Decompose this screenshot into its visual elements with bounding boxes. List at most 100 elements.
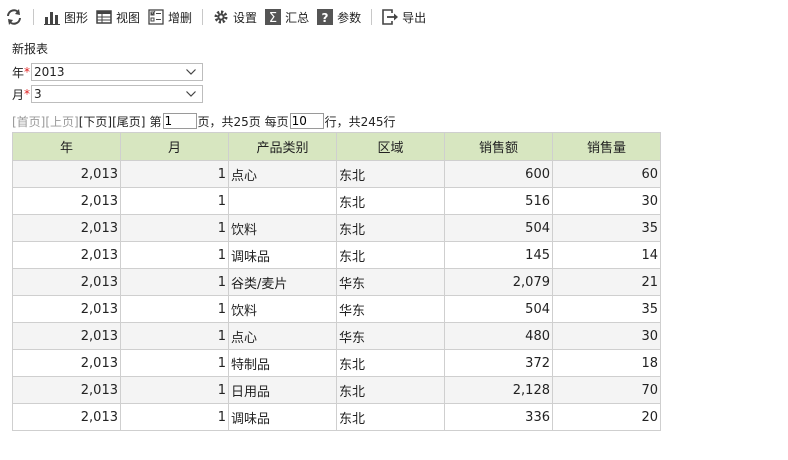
chart-button-label: 图形 — [64, 10, 89, 25]
table-cell: 480 — [444, 322, 553, 350]
toolbar: 图形 视图 增删 设置 Σ 汇总 ? 参数 导出 — [0, 0, 788, 34]
table-cell: 504 — [444, 295, 553, 323]
settings-button[interactable]: 设置 — [209, 5, 261, 29]
table-cell: 30 — [552, 187, 661, 215]
per-page-suffix: 行，共245行 — [324, 114, 396, 129]
toolbar-separator — [371, 9, 373, 25]
table-cell: 东北 — [336, 349, 445, 377]
table-row: 2,013 1 饮料 东北 504 35 — [12, 214, 661, 242]
table-cell: 2,128 — [444, 376, 553, 404]
table-cell: 华东 — [336, 322, 445, 350]
view-button-label: 视图 — [116, 10, 141, 25]
chart-button[interactable]: 图形 — [40, 5, 92, 29]
year-label: 年 — [12, 65, 25, 80]
table-cell: 1 — [120, 376, 229, 404]
table-cell: 1 — [120, 160, 229, 188]
table-cell: 东北 — [336, 214, 445, 242]
table-body: 2,013 1 点心 东北 600 60 2,013 1 东北 516 30 2,013 1 饮料 东北 50… — [12, 160, 661, 431]
table-cell: 点心 — [228, 322, 337, 350]
prev-page-link[interactable]: [上页] — [45, 113, 78, 130]
table-cell — [228, 187, 337, 215]
export-button[interactable]: 导出 — [378, 5, 430, 29]
table-cell: 30 — [552, 322, 661, 350]
summary-button[interactable]: Σ 汇总 — [261, 5, 313, 29]
column-header: 销售量 — [552, 132, 661, 161]
table-cell: 20 — [552, 403, 661, 431]
pager: [首页] [上页] [下页] [尾页] 第 页，共25页 每页 行，共245行 — [12, 111, 396, 131]
settings-button-label: 设置 — [233, 10, 258, 25]
table-row: 2,013 1 调味品 东北 145 14 — [12, 241, 661, 269]
year-select[interactable]: 2013 — [31, 63, 204, 81]
table-cell: 日用品 — [228, 376, 337, 404]
required-mark: * — [24, 87, 31, 101]
chevron-down-icon[interactable] — [186, 91, 196, 97]
svg-text:?: ? — [322, 11, 329, 25]
column-header: 销售额 — [444, 132, 553, 161]
table-cell: 35 — [552, 214, 661, 242]
table-row: 2,013 1 调味品 东北 336 20 — [12, 403, 661, 431]
report-title: 新报表 — [12, 42, 49, 56]
table-cell: 1 — [120, 403, 229, 431]
page-prefix: 第 — [149, 114, 162, 129]
table-cell: 516 — [444, 187, 553, 215]
add-delete-button-label: 增删 — [168, 10, 193, 25]
page-suffix: 页，共25页 每页 — [197, 114, 289, 129]
chevron-down-icon[interactable] — [186, 69, 196, 75]
rows-per-page-input[interactable] — [289, 113, 324, 129]
table-cell: 2,013 — [12, 376, 121, 404]
view-button[interactable]: 视图 — [92, 5, 144, 29]
table-cell: 35 — [552, 295, 661, 323]
table-cell: 336 — [444, 403, 553, 431]
table-cell: 东北 — [336, 403, 445, 431]
toolbar-separator — [202, 9, 204, 25]
year-param-row: 年 * 2013 — [12, 62, 204, 82]
table-cell: 1 — [120, 322, 229, 350]
table-cell: 1 — [120, 187, 229, 215]
table-row: 2,013 1 日用品 东北 2,128 70 — [12, 376, 661, 404]
table-cell: 华东 — [336, 295, 445, 323]
column-header: 产品类别 — [228, 132, 337, 161]
table-cell: 1 — [120, 241, 229, 269]
page-number-input[interactable] — [162, 113, 197, 129]
table-cell: 1 — [120, 295, 229, 323]
month-select-value: 3 — [34, 87, 42, 101]
table-cell: 点心 — [228, 160, 337, 188]
svg-text:Σ: Σ — [269, 11, 277, 25]
table-cell: 504 — [444, 214, 553, 242]
next-page-link[interactable]: [下页] — [79, 113, 112, 130]
toolbar-separator — [33, 9, 34, 25]
table-cell: 60 — [552, 160, 661, 188]
table-cell: 饮料 — [228, 214, 337, 242]
table-cell: 600 — [444, 160, 553, 188]
last-page-link[interactable]: [尾页] — [112, 113, 145, 130]
table-row: 2,013 1 饮料 华东 504 35 — [12, 295, 661, 323]
table-cell: 2,013 — [12, 403, 121, 431]
report-table: 年月产品类别 区域 销售额 销售量 2,013 1 点心 东北 600 60 2,013 1 东北 51… — [12, 132, 661, 431]
gear-icon — [214, 10, 228, 24]
parameters-button[interactable]: ? 参数 — [313, 5, 365, 29]
table-cell: 2,013 — [12, 268, 121, 296]
first-page-link[interactable]: [首页] — [12, 113, 45, 130]
table-cell: 18 — [552, 349, 661, 377]
table-view-icon — [96, 10, 112, 24]
summary-button-label: 汇总 — [285, 10, 310, 25]
month-select[interactable]: 3 — [31, 85, 204, 103]
table-header-row: 年月产品类别 区域 销售额 销售量 — [12, 132, 661, 161]
export-button-label: 导出 — [402, 10, 427, 25]
table-cell: 2,013 — [12, 322, 121, 350]
table-cell: 1 — [120, 214, 229, 242]
add-delete-button[interactable]: 增删 — [144, 5, 196, 29]
table-cell: 调味品 — [228, 403, 337, 431]
month-param-row: 月 * 3 — [12, 84, 204, 104]
table-cell: 华东 — [336, 268, 445, 296]
table-row: 2,013 1 谷类/麦片 华东 2,079 21 — [12, 268, 661, 296]
year-select-value: 2013 — [34, 65, 65, 79]
table-cell: 2,013 — [12, 160, 121, 188]
refresh-icon[interactable] — [5, 8, 23, 26]
column-header: 月 — [120, 132, 229, 161]
table-cell: 70 — [552, 376, 661, 404]
table-cell: 145 — [444, 241, 553, 269]
checklist-icon — [148, 9, 164, 25]
bar-chart-icon — [44, 12, 60, 25]
column-header: 区域 — [336, 132, 445, 161]
